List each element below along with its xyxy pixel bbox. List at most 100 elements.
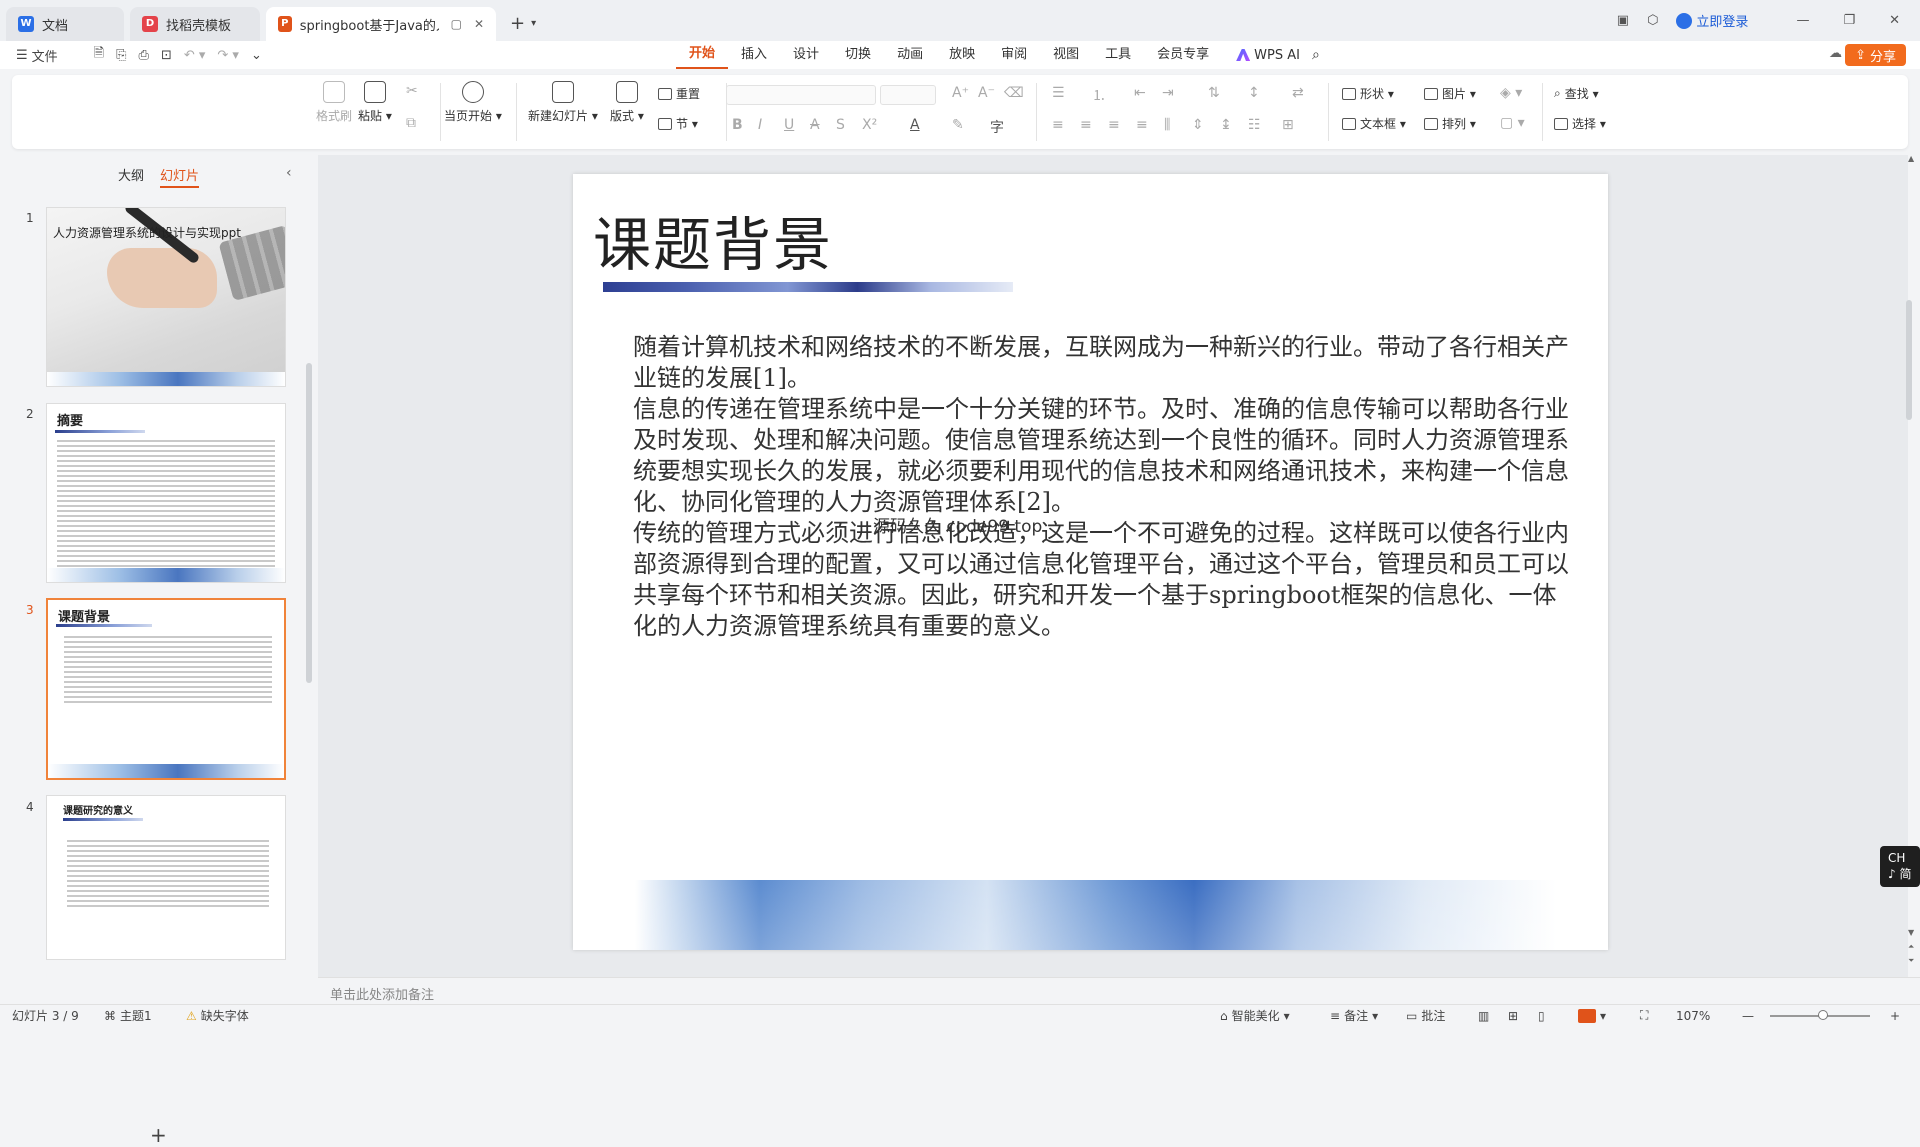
close-window-icon[interactable]: ✕ [1889,13,1900,28]
minimize-icon[interactable]: — [1796,13,1809,28]
play-from-current-button[interactable]: 当页开始 ▾ [444,81,502,124]
reset-button[interactable]: 重置 [658,85,700,102]
align-left-icon[interactable]: ≡ [1052,117,1064,133]
theme-button[interactable]: ⌘ 主题1 [104,1007,152,1024]
tab-outline[interactable]: 大纲 [118,165,144,188]
clear-format-icon[interactable]: ⌫ [1004,85,1024,101]
canvas-scrollbar[interactable] [1906,300,1912,420]
font-color-icon[interactable]: A [910,117,920,133]
slide-body-text[interactable]: 随着计算机技术和网络技术的不断发展，互联网成为一种新兴的行业。带动了各行相关产业… [633,332,1578,642]
save-icon[interactable]: 🗎 [94,44,104,66]
image-button[interactable]: 图片 ▾ [1424,85,1476,102]
sort-icon[interactable]: ↕ [1248,85,1260,101]
undo-icon[interactable]: ↶ ▾ [184,48,206,63]
tab-insert[interactable]: 插入 [728,41,780,69]
slide-thumbnail-3[interactable]: 课题背景 [46,598,286,780]
tab-slides[interactable]: 幻灯片 [160,165,200,188]
find-button[interactable]: ⌕ 查找 ▾ [1554,85,1599,102]
arrange-button[interactable]: 排列 ▾ [1424,115,1476,132]
tab-design[interactable]: 设计 [780,41,832,69]
fit-window-icon[interactable]: ⛶ [1640,1008,1648,1023]
tab-view[interactable]: 视图 [1040,41,1092,69]
chevron-down-icon[interactable]: ▾ [531,7,536,41]
tab-animation[interactable]: 动画 [884,41,936,69]
cube-icon[interactable]: ⬡ [1647,13,1658,28]
notes-button[interactable]: ≡ 备注 ▾ [1330,1007,1378,1024]
ime-indicator[interactable]: CH ♪ 简 [1880,846,1920,887]
missing-font-button[interactable]: ⚠ 缺失字体 [186,1007,249,1024]
add-slide-button[interactable]: + [150,1123,167,1147]
vertical-align-icon[interactable]: ⇕ [1192,117,1204,133]
zoom-slider-handle[interactable] [1818,1010,1828,1020]
format-painter-button[interactable]: 格式刷 [316,81,352,124]
share-button[interactable]: ⇪ 分享 [1845,44,1906,66]
font-family-select[interactable] [726,85,876,105]
numbered-list-icon[interactable]: ⒈ [1092,85,1106,105]
slide-title[interactable]: 课题背景 [593,198,833,282]
tab-member[interactable]: 会员专享 [1144,41,1222,69]
outline-icon[interactable]: ▢ ▾ [1500,115,1525,131]
reading-view-icon[interactable]: ▯ [1538,1009,1545,1023]
tab-documents[interactable]: W 文档 [6,7,124,41]
line-spacing-menu-icon[interactable]: ☷ [1248,117,1261,133]
slide-thumbnail-4[interactable]: 课题研究的意义 [46,795,286,960]
fill-icon[interactable]: ◈ ▾ [1500,85,1522,101]
layout-button[interactable]: 版式 ▾ [610,81,644,124]
slideshow-button[interactable]: ▾ [1578,1008,1606,1023]
slide-thumbnail-2[interactable]: 摘要 [46,403,286,583]
hamburger-icon[interactable]: ☰ [16,48,28,63]
slide-thumbnail-1[interactable]: 人力资源管理系统的设计与实现ppt [46,207,286,387]
superscript-icon[interactable]: X² [862,117,877,133]
beautify-button[interactable]: ⌂ 智能美化 ▾ [1220,1007,1290,1024]
tab-review[interactable]: 审阅 [988,41,1040,69]
tab-transition[interactable]: 切换 [832,41,884,69]
collapse-panel-icon[interactable]: ‹ [286,165,292,181]
slide[interactable]: 课题背景 随着计算机技术和网络技术的不断发展，互联网成为一种新兴的行业。带动了各… [573,174,1608,950]
shadow-icon[interactable]: S [836,117,845,133]
login-button[interactable]: 立即登录 [1676,11,1748,30]
select-button[interactable]: 选择 ▾ [1554,115,1606,132]
print-preview-icon[interactable]: ⊡ [161,48,172,63]
shape-button[interactable]: 形状 ▾ [1342,85,1394,102]
tab-home[interactable]: 开始 [676,41,729,69]
underline-icon[interactable]: U [784,117,794,133]
copy-icon[interactable]: ⧉ [406,115,416,131]
cut-icon[interactable]: ✂ [406,83,418,99]
section-button[interactable]: 节 ▾ [658,115,698,132]
zoom-level[interactable]: 107% [1676,1009,1710,1023]
text-direction-icon[interactable]: ⇅ [1208,85,1220,101]
zoom-out-icon[interactable]: — [1742,1009,1754,1023]
indent-decrease-icon[interactable]: ⇤ [1134,85,1146,101]
new-tab-button[interactable]: + [510,7,525,41]
increase-font-icon[interactable]: A⁺ [952,85,969,101]
normal-view-icon[interactable]: ▥ [1478,1009,1489,1023]
restore-icon[interactable]: ❐ [1843,13,1855,28]
sorter-view-icon[interactable]: ⊞ [1508,1009,1518,1023]
tab-slideshow[interactable]: 放映 [936,41,988,69]
panel-scrollbar[interactable] [306,363,312,683]
strikethrough-icon[interactable]: A [810,117,820,133]
convert-icon[interactable]: ⇄ [1292,85,1304,101]
file-menu[interactable]: 文件 [32,46,58,65]
char-spacing-icon[interactable]: 字 [990,117,1004,137]
highlight-icon[interactable]: ✎ [952,117,964,133]
bold-icon[interactable]: B [732,117,743,133]
window-layout-icon[interactable]: ▣ [1617,13,1629,28]
page-down-icon[interactable]: ⏷ [1908,956,1914,966]
cloud-sync-icon[interactable]: ☁ [1829,46,1842,61]
scroll-up-icon[interactable]: ▲ [1908,154,1914,163]
distribute-icon[interactable]: ⫼ [1164,117,1170,133]
close-icon[interactable]: ✕ [474,17,484,31]
zoom-in-icon[interactable]: + [1890,1009,1900,1023]
export-icon[interactable]: ⎘ [116,48,126,63]
textbox-button[interactable]: 文本框 ▾ [1342,115,1406,132]
tab-templates[interactable]: D 找稻壳模板 [130,7,260,41]
tab-tools[interactable]: 工具 [1092,41,1144,69]
indent-increase-icon[interactable]: ⇥ [1162,85,1174,101]
bullet-list-icon[interactable]: ☰ [1052,85,1065,101]
new-slide-button[interactable]: 新建幻灯片 ▾ [528,81,598,124]
print-icon[interactable]: ⎙ [139,48,149,63]
tab-presentation[interactable]: P springboot基于Java的人力 ▢ ✕ [266,7,496,41]
line-spacing-icon[interactable]: ↨ [1220,117,1232,133]
font-size-select[interactable] [880,85,936,105]
